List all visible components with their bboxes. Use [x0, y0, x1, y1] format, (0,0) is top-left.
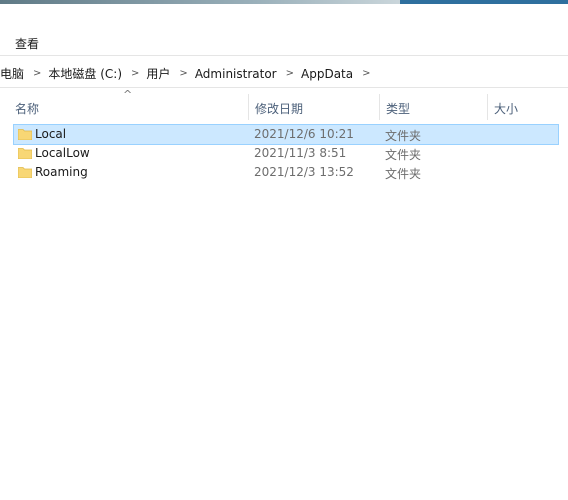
column-header-row: ^ 名称 修改日期 类型 大小: [0, 88, 568, 120]
file-name: Local: [35, 127, 67, 141]
file-modified-date: 2021/12/3 13:52: [254, 165, 354, 179]
file-name: LocalLow: [35, 146, 90, 160]
divider: [0, 55, 568, 56]
column-header-modified[interactable]: 修改日期: [255, 100, 303, 117]
file-modified-date: 2021/11/3 8:51: [254, 146, 347, 160]
column-resize-handle[interactable]: [248, 94, 249, 120]
file-type: 文件夹: [385, 167, 422, 181]
breadcrumb-item-appdata[interactable]: AppData: [301, 67, 353, 81]
file-type: 文件夹: [385, 148, 422, 162]
chevron-right-icon[interactable]: >: [179, 68, 187, 79]
file-name: Roaming: [35, 165, 88, 179]
file-row-local[interactable]: Local 2021/12/6 10:21 文件夹: [13, 124, 559, 145]
breadcrumb-item-users[interactable]: 用户: [146, 65, 170, 82]
column-resize-handle[interactable]: [487, 94, 488, 120]
chevron-right-icon[interactable]: >: [131, 68, 139, 79]
breadcrumb: 电脑 > 本地磁盘 (C:) > 用户 > Administrator > Ap…: [0, 65, 378, 82]
file-row-roaming[interactable]: Roaming 2021/12/3 13:52 文件夹: [14, 163, 558, 182]
menu-bar: 查看: [0, 4, 568, 54]
folder-icon: [18, 147, 32, 159]
column-header-size[interactable]: 大小: [494, 100, 518, 117]
column-header-name[interactable]: 名称: [15, 100, 39, 117]
breadcrumb-item-administrator[interactable]: Administrator: [195, 67, 277, 81]
chevron-right-icon[interactable]: >: [286, 68, 294, 79]
file-modified-date: 2021/12/6 10:21: [254, 127, 354, 141]
sort-ascending-icon: ^: [123, 88, 133, 101]
folder-icon: [18, 166, 32, 178]
breadcrumb-item-computer[interactable]: 电脑: [0, 65, 24, 82]
address-bar[interactable]: 电脑 > 本地磁盘 (C:) > 用户 > Administrator > Ap…: [0, 61, 568, 85]
column-header-type[interactable]: 类型: [386, 100, 410, 117]
file-row-locallow[interactable]: LocalLow 2021/11/3 8:51 文件夹: [14, 144, 558, 163]
chevron-right-icon[interactable]: >: [362, 68, 370, 79]
folder-icon: [18, 128, 32, 140]
chevron-right-icon[interactable]: >: [33, 68, 41, 79]
divider: [0, 87, 568, 88]
breadcrumb-item-local-disk[interactable]: 本地磁盘 (C:): [48, 65, 122, 82]
column-resize-handle[interactable]: [379, 94, 380, 120]
file-type: 文件夹: [385, 129, 422, 143]
view-menu[interactable]: 查看: [15, 35, 39, 52]
